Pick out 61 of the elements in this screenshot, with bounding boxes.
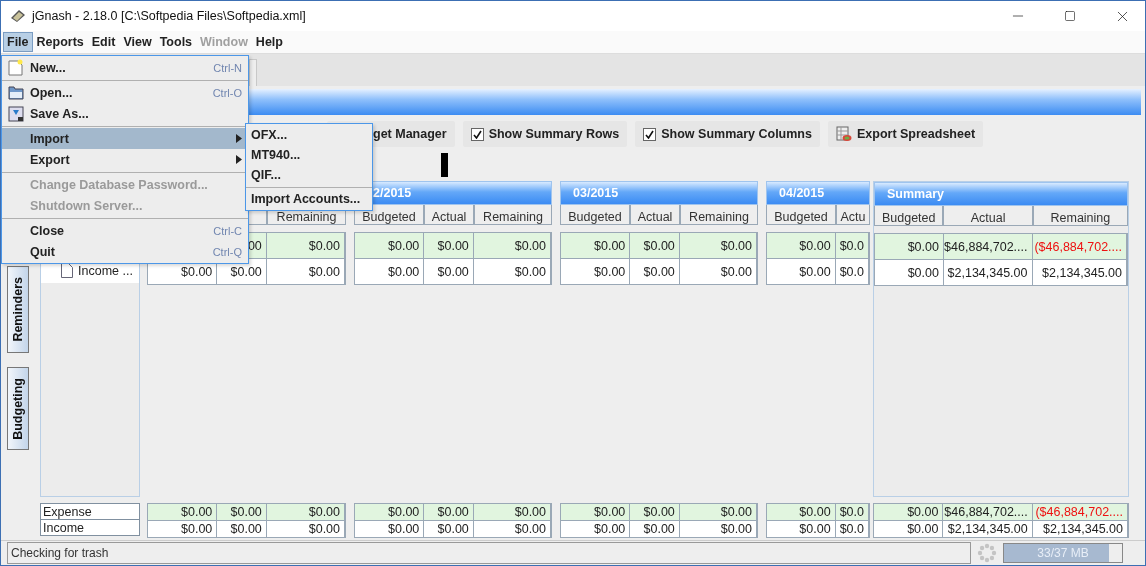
table-cell: $0.00 [355, 504, 425, 520]
table-cell: $0.00 [266, 233, 345, 258]
total-row-label: Income [40, 520, 140, 536]
window-title: jGnash - 2.18.0 [C:\Softpedia Files\Softpedia.xml] [32, 9, 307, 23]
table-cell: $0.00 [679, 259, 757, 284]
table-cell: $0.00 [355, 259, 425, 284]
table-cell: $0.00 [561, 504, 631, 520]
table-cell: $0.00 [266, 259, 345, 284]
table-cell: $0.00 [266, 521, 345, 537]
table-cell: $0.00 [355, 521, 425, 537]
table-cell: $2,134,345.00 [943, 521, 1033, 537]
table-cell: $0.00 [473, 259, 551, 284]
table-cell: $0.00 [875, 260, 944, 285]
table-cell: $0.00 [630, 259, 680, 284]
table-cell: $0.00 [679, 233, 757, 258]
table-cell: $0.00 [767, 233, 836, 258]
table-cell: $2,134,345.00 [1032, 260, 1127, 285]
table-cell: $0.00 [767, 521, 836, 537]
table-cell: $0.00 [424, 504, 474, 520]
table-cell: $0.00 [679, 521, 757, 537]
memory-meter: 33/37 MB [1003, 543, 1123, 563]
table-cell: $2,134,345.00 [1032, 521, 1128, 537]
table-cell: $0.00 [148, 521, 218, 537]
table-cell: $0.00 [630, 233, 680, 258]
table-cell: $0.0 [835, 521, 869, 537]
month-title: 04/2015 [779, 186, 825, 200]
table-cell: $0.00 [424, 521, 474, 537]
table-cell: ($46,884,702.... [1032, 504, 1128, 520]
table-cell: $0.00 [266, 504, 345, 520]
table-cell: $0.0 [835, 259, 869, 284]
table-cell: $0.00 [473, 521, 551, 537]
table-cell: $0.00 [424, 233, 474, 258]
table-cell: $0.00 [561, 259, 631, 284]
table-cell: $0.00 [355, 233, 425, 258]
table-cell: $0.0 [835, 233, 869, 258]
table-cell: $2,134,345.00 [943, 260, 1033, 285]
table-cell: $0.00 [630, 521, 680, 537]
table-cell: $0.00 [148, 504, 218, 520]
table-cell: $0.00 [217, 504, 267, 520]
table-cell: $0.00 [875, 234, 944, 259]
status-message: Checking for trash [7, 542, 971, 564]
table-cell: $0.00 [630, 504, 680, 520]
table-cell: $0.00 [561, 521, 631, 537]
table-cell: $0.00 [767, 259, 836, 284]
total-row-label: Expense [40, 504, 140, 520]
table-cell: $0.00 [874, 521, 944, 537]
month-title: 03/2015 [573, 186, 619, 200]
table-cell: $0.00 [473, 233, 551, 258]
table-cell: $0.00 [874, 504, 944, 520]
table-cell: $46,884,702.... [943, 234, 1033, 259]
table-cell: $0.00 [473, 504, 551, 520]
table-cell: ($46,884,702.... [1032, 234, 1127, 259]
table-cell: $0.0 [835, 504, 869, 520]
table-cell: $0.00 [561, 233, 631, 258]
month-title: Summary [887, 187, 944, 201]
table-cell: $0.00 [679, 504, 757, 520]
table-cell: $0.00 [767, 504, 836, 520]
table-cell: $0.00 [217, 521, 267, 537]
month-title: 2/2015 [373, 186, 412, 200]
table-cell: $0.00 [424, 259, 474, 284]
table-cell: $46,884,702.... [943, 504, 1033, 520]
